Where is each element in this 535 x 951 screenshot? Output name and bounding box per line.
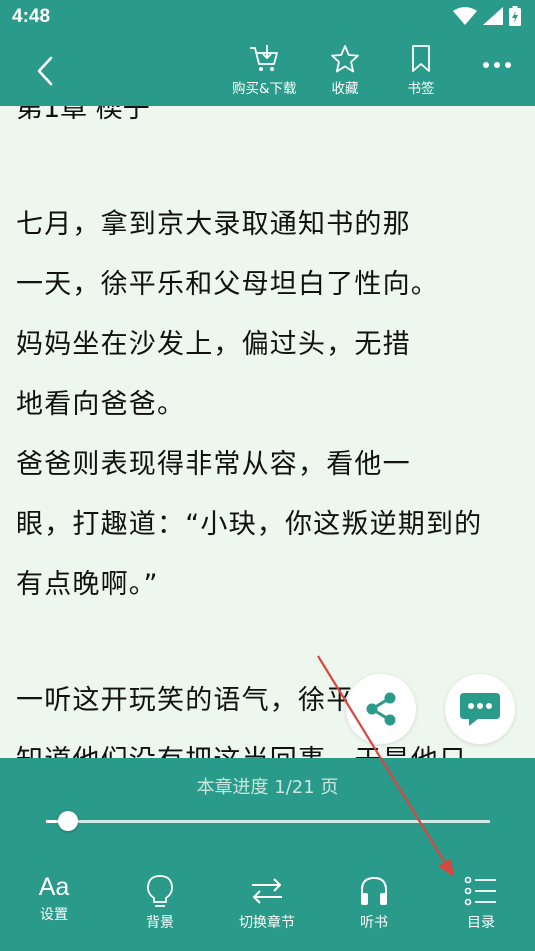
- more-menu-button[interactable]: [483, 62, 511, 68]
- text-line: 妈妈坐在沙发上，偏过头，无措: [16, 329, 411, 360]
- battery-icon: [509, 6, 521, 26]
- font-settings-icon: Aa: [38, 873, 70, 901]
- cart-download-icon: [250, 45, 279, 71]
- listen-label: 听书: [360, 915, 388, 931]
- chevron-left-icon: [37, 56, 53, 86]
- text-line: 眼，打趣道：“小玦，你这叛逆期到的: [16, 509, 483, 540]
- favorite-label: 收藏: [331, 81, 359, 97]
- text-line: 爸爸则表现得非常从容，看他一: [16, 449, 411, 480]
- more-dot-icon: [494, 62, 500, 68]
- favorite-button[interactable]: 收藏: [330, 44, 360, 97]
- star-icon: [331, 45, 359, 73]
- comment-button[interactable]: [445, 674, 515, 744]
- headphones-icon: [361, 876, 387, 905]
- text-line: 知道他们没有把这当回事，于是他只: [16, 738, 467, 758]
- table-of-contents-button[interactable]: 目录: [431, 874, 531, 932]
- text-line: 有点晚啊。”: [16, 569, 159, 600]
- bookmark-button[interactable]: 书签: [406, 44, 436, 97]
- listen-button[interactable]: 听书: [324, 874, 424, 932]
- reader-bottom-bar: Aa 设置 背景 切换章节 听书 目录: [0, 846, 535, 951]
- text-line: 一天，徐平乐和父母坦白了性向。: [16, 269, 439, 300]
- bookmark-label: 书签: [407, 81, 435, 97]
- switch-chapter-button[interactable]: 切换章节: [217, 874, 317, 932]
- buy-download-button[interactable]: 购买&下载: [232, 44, 297, 97]
- status-bar: 4:48: [0, 0, 535, 34]
- buy-download-label: 购买&下载: [232, 81, 297, 97]
- bookmark-icon: [412, 45, 430, 72]
- lightbulb-icon: [147, 875, 173, 907]
- share-icon: [366, 692, 396, 726]
- back-button[interactable]: [30, 54, 60, 88]
- text-line: 地看向爸爸。: [16, 389, 186, 420]
- settings-label: 设置: [40, 907, 68, 923]
- signal-icon: [483, 7, 503, 25]
- table-of-contents-label: 目录: [467, 915, 495, 931]
- chapter-progress-panel: 本章进度 1/21 页: [0, 758, 535, 846]
- progress-slider-handle[interactable]: [58, 811, 79, 831]
- more-dot-icon: [505, 62, 511, 68]
- switch-chapter-label: 切换章节: [239, 915, 295, 931]
- chat-bubble-icon: [460, 693, 500, 726]
- status-time: 4:48: [12, 6, 51, 27]
- chapter-title: 第1章 楔子: [16, 106, 150, 124]
- reader-top-bar: 购买&下载 收藏 书签: [0, 34, 535, 106]
- background-button[interactable]: 背景: [110, 874, 210, 932]
- share-button[interactable]: [346, 674, 416, 744]
- more-dot-icon: [483, 62, 489, 68]
- text-line: 七月，拿到京大录取通知书的那: [16, 209, 411, 240]
- wifi-icon: [453, 7, 477, 25]
- chapter-progress-label: 本章进度 1/21 页: [196, 777, 339, 798]
- reading-area[interactable]: 第1章 楔子 七月，拿到京大录取通知书的那 一天，徐平乐和父母坦白了性向。 妈妈…: [0, 106, 535, 758]
- progress-slider-track[interactable]: [46, 820, 490, 823]
- background-label: 背景: [146, 915, 174, 931]
- settings-button[interactable]: Aa 设置: [4, 874, 104, 924]
- list-icon: [464, 876, 496, 906]
- swap-arrows-icon: [252, 878, 282, 904]
- system-icons: [453, 6, 521, 26]
